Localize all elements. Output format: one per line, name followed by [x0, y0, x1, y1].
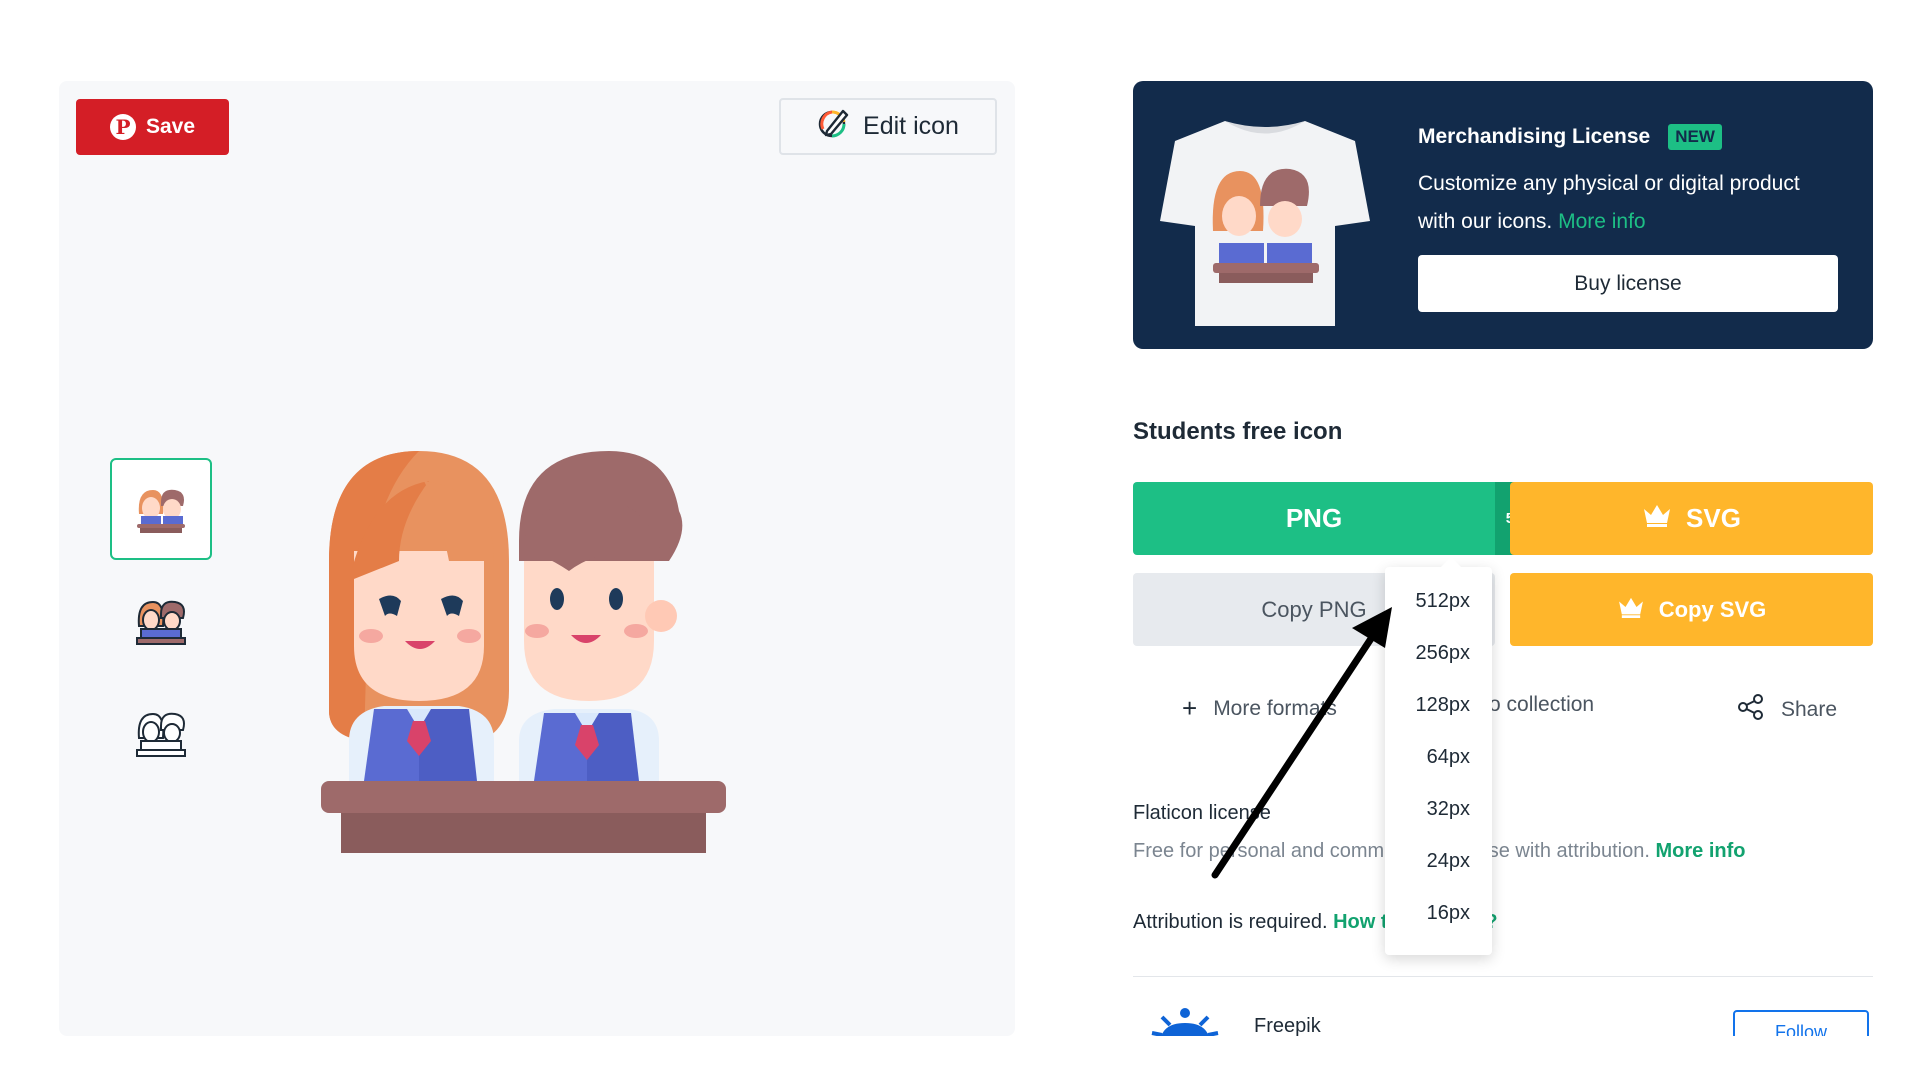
copy-svg-label: Copy SVG	[1658, 596, 1767, 622]
crown-icon	[1642, 503, 1672, 534]
share-label: Share	[1781, 698, 1838, 721]
png-size-dropdown: 512px 256px 128px 64px 32px 24px 16px	[1385, 557, 1492, 955]
merch-description: Customize any physical or digital produc…	[1418, 165, 1838, 241]
attribution-text: Attribution is required.	[1133, 911, 1328, 933]
divider	[1133, 976, 1873, 977]
tshirt-illustration	[1155, 111, 1375, 336]
thumbnail-lineal[interactable]	[110, 682, 212, 784]
new-badge: NEW	[1668, 124, 1722, 150]
bottom-crop	[0, 1036, 1920, 1080]
plus-icon: +	[1182, 693, 1198, 723]
students-illustration	[309, 451, 739, 886]
size-option[interactable]: 24px	[1385, 835, 1492, 887]
pinterest-icon: P	[109, 114, 136, 140]
icon-preview-panel: P Save Edit icon	[59, 81, 1015, 1036]
size-option[interactable]: 64px	[1385, 731, 1492, 783]
merchandising-license-banner: Merchandising License NEW Customize any …	[1133, 81, 1873, 349]
copy-svg-button[interactable]: Copy SVG	[1510, 573, 1873, 646]
size-option[interactable]: 512px	[1385, 575, 1492, 627]
buy-license-button[interactable]: Buy license	[1418, 255, 1838, 312]
more-formats-label: More formats	[1213, 696, 1337, 720]
crown-icon	[1617, 596, 1645, 624]
license-more-info-link[interactable]: More info	[1655, 840, 1745, 862]
save-label: Save	[145, 115, 196, 138]
merch-title: Merchandising License	[1418, 125, 1651, 148]
thumbnail-flat[interactable]	[110, 458, 212, 560]
edit-icon-button[interactable]: Edit icon	[779, 98, 997, 155]
pencil-icon	[817, 107, 849, 146]
merch-more-info-link[interactable]: More info	[1558, 210, 1646, 233]
thumbnail-lineal-color[interactable]	[110, 570, 212, 672]
share-icon	[1737, 693, 1765, 727]
download-png-button[interactable]: PNG	[1133, 482, 1495, 555]
pinterest-save-button[interactable]: P Save	[76, 99, 229, 155]
edit-icon-label: Edit icon	[863, 112, 959, 140]
icon-title: Students free icon	[1133, 418, 1343, 445]
download-svg-button[interactable]: SVG	[1510, 482, 1873, 555]
license-title: Flaticon license	[1133, 802, 1271, 824]
svg-label: SVG	[1686, 503, 1741, 533]
author-name[interactable]: Freepik	[1254, 1015, 1321, 1038]
share-button[interactable]: Share	[1737, 693, 1837, 727]
merch-title-row: Merchandising License NEW	[1418, 124, 1722, 150]
more-formats-button[interactable]: + More formats	[1182, 693, 1337, 724]
size-option[interactable]: 256px	[1385, 627, 1492, 679]
size-option[interactable]: 32px	[1385, 783, 1492, 835]
style-thumbnails	[110, 458, 212, 794]
size-option[interactable]: 128px	[1385, 679, 1492, 731]
size-option[interactable]: 16px	[1385, 887, 1492, 939]
